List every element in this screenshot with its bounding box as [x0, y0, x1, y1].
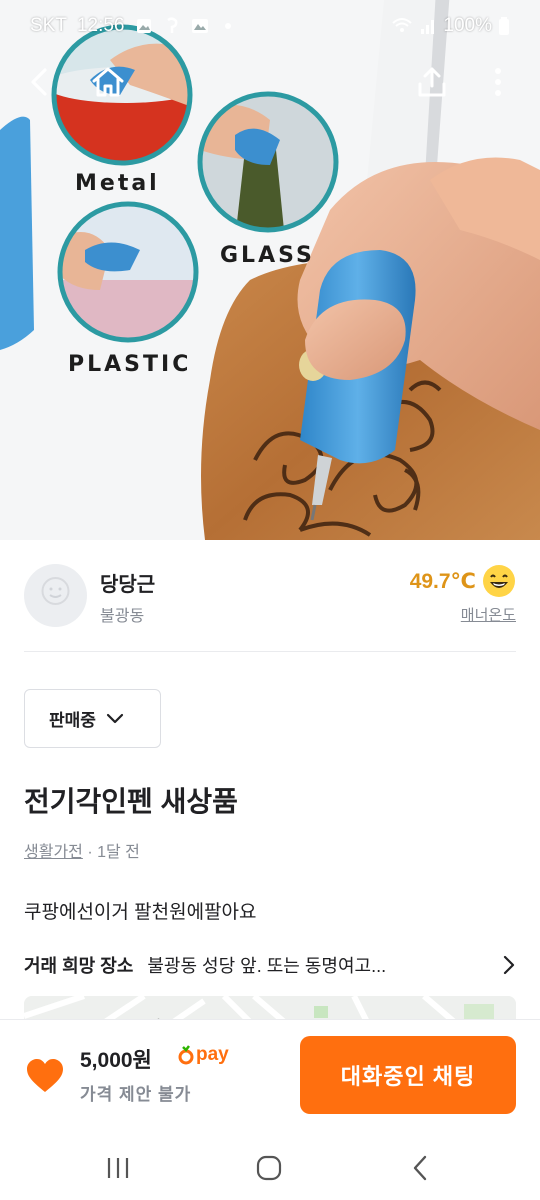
trade-place-label: 거래 희망 장소 — [24, 956, 134, 976]
recent-apps-icon — [107, 1158, 129, 1178]
more-icon — [495, 68, 501, 96]
manner-temperature-link[interactable]: 매너온도 — [461, 604, 516, 625]
trade-place-value: 불광동 성당 앞. 또는 동명여고... — [147, 956, 387, 976]
temperature-value: 49.7℃ — [409, 569, 476, 593]
home-icon — [92, 67, 124, 97]
share-icon — [418, 67, 446, 97]
manner-temperature: 49.7℃ — [410, 564, 516, 598]
share-button[interactable] — [408, 58, 456, 106]
divider — [24, 651, 516, 652]
back-button-icon — [413, 1155, 427, 1181]
negotiation-status: 가격 제안 불가 — [80, 1085, 192, 1104]
karrot-pay-badge: pay — [178, 1044, 229, 1066]
home-system-button[interactable] — [249, 1151, 289, 1185]
signal-icon — [421, 20, 435, 34]
status-bar: SKT 12:56 100% — [0, 0, 540, 52]
trade-place-row[interactable]: 거래 희망 장소 불광동 성당 앞. 또는 동명여고... — [24, 949, 516, 981]
chevron-right-icon — [503, 955, 515, 975]
photo-icon — [191, 19, 208, 33]
wifi-icon — [392, 18, 413, 32]
carrier-label: SKT — [30, 15, 67, 36]
pay-label: pay — [196, 1044, 229, 1065]
battery-percent: 100% — [443, 15, 492, 36]
sale-status-value: 판매중 — [49, 711, 96, 730]
heart-icon — [27, 1059, 63, 1092]
dot-icon — [224, 23, 231, 29]
seller-name: 당당근 — [100, 574, 156, 596]
chat-button[interactable]: 대화중인 채팅 — [300, 1036, 516, 1114]
seller-location: 불광동 — [100, 608, 145, 625]
bottom-action-bar: 5,000원 pay 가격 제안 불가 대화중인 채팅 — [0, 1019, 540, 1137]
seller-profile[interactable]: 당당근 불광동 49.7℃ 매너온도 — [24, 562, 516, 628]
chevron-down-icon — [106, 713, 124, 723]
notification-icon — [166, 17, 177, 33]
back-button[interactable] — [16, 58, 64, 106]
carrot-icon — [178, 1045, 194, 1065]
post-description: 쿠팡에선이거 팔천원에팔아요 — [24, 902, 257, 923]
default-avatar-icon — [24, 564, 87, 627]
back-icon — [31, 68, 47, 96]
system-navigation-bar — [0, 1137, 540, 1200]
battery-icon — [499, 17, 509, 35]
metal-label: Metal — [75, 171, 160, 196]
glass-label: GLASS — [220, 243, 315, 268]
smiley-icon — [483, 565, 515, 597]
home-button[interactable] — [84, 58, 132, 106]
recent-apps-button[interactable] — [98, 1151, 138, 1185]
more-button[interactable] — [474, 58, 522, 106]
post-meta: 생활가전 · 1달 전 — [24, 838, 140, 862]
clock: 12:56 — [76, 15, 125, 36]
plastic-label: PLASTIC — [68, 352, 192, 377]
home-button-icon — [256, 1155, 282, 1181]
top-navigation — [0, 52, 540, 112]
category-link[interactable]: 생활가전 — [24, 844, 83, 861]
price: 5,000원 — [80, 1049, 152, 1072]
gallery-icon — [136, 19, 151, 33]
post-time: · 1달 전 — [82, 844, 140, 861]
avatar[interactable] — [24, 564, 87, 627]
post-title: 전기각인펜 새상품 — [24, 786, 238, 817]
like-button[interactable] — [26, 1058, 64, 1094]
sale-status-dropdown[interactable]: 판매중 — [24, 689, 161, 748]
back-system-button[interactable] — [400, 1151, 440, 1185]
